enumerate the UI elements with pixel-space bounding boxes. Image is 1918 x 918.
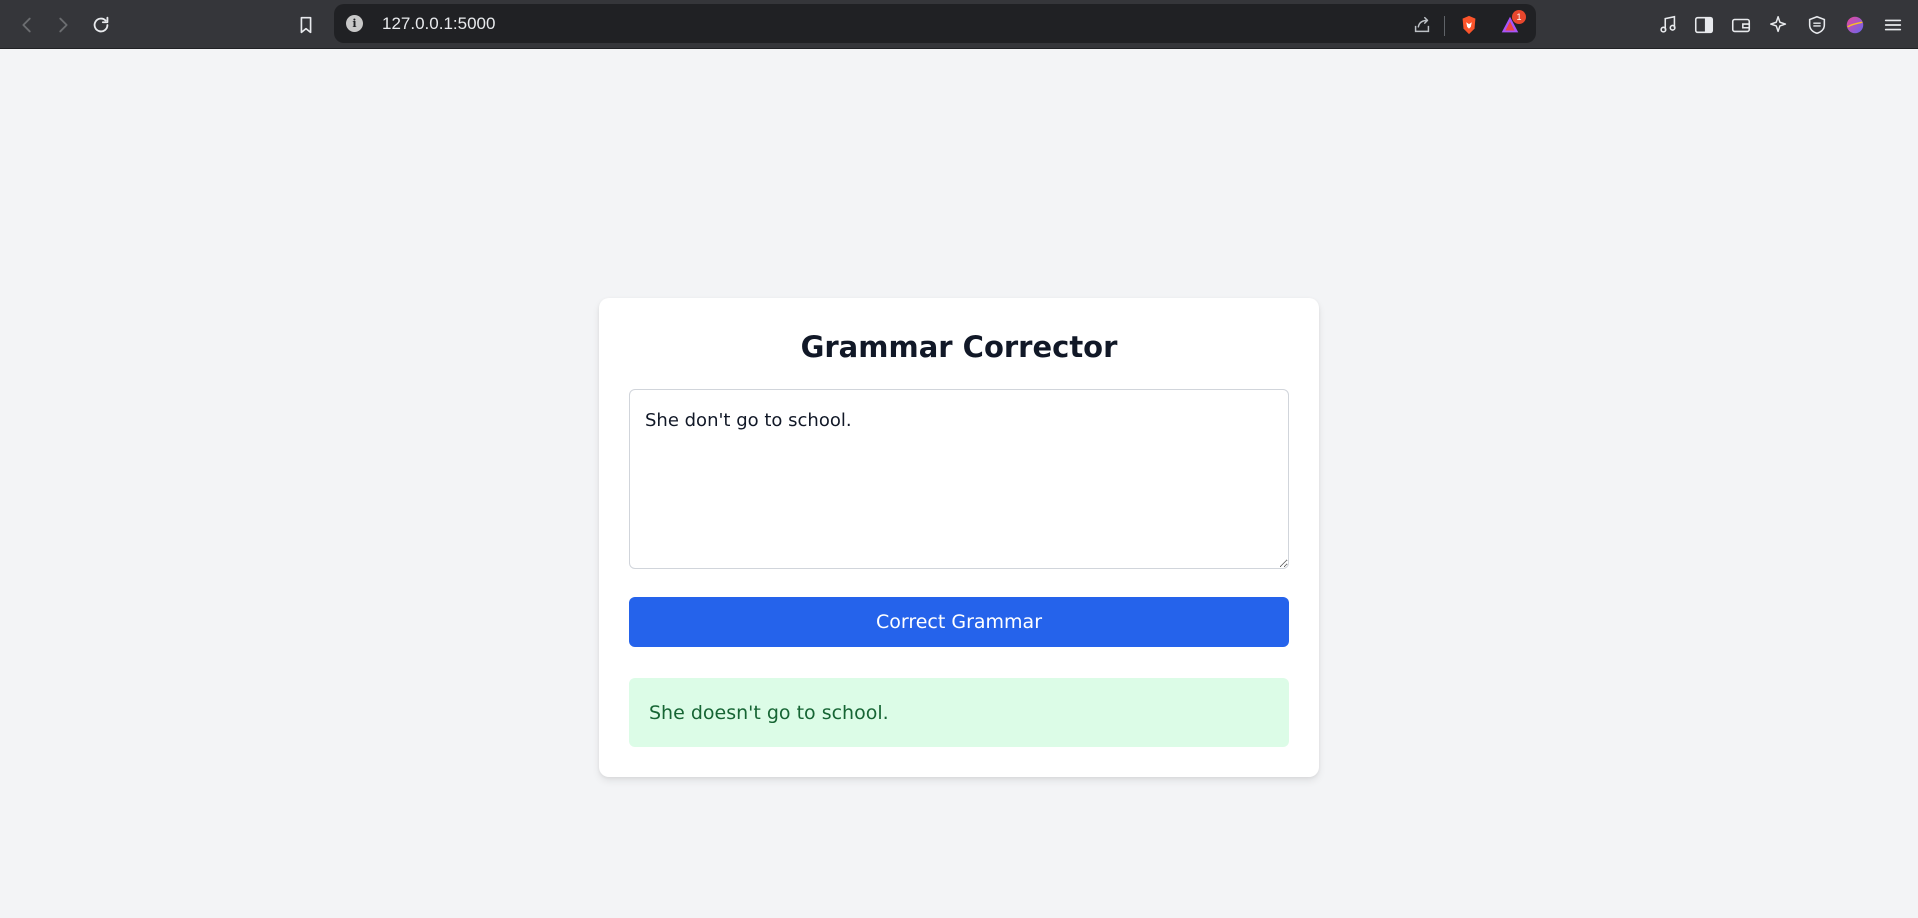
correct-grammar-button[interactable]: Correct Grammar [629, 597, 1289, 647]
page-title: Grammar Corrector [800, 330, 1118, 364]
result-box: She doesn't go to school. [629, 678, 1289, 747]
profile-icon[interactable] [1840, 10, 1870, 40]
brave-rewards-icon[interactable]: 1 [1497, 10, 1526, 38]
media-icon[interactable] [1653, 10, 1683, 40]
grammar-card: Grammar Corrector She don't go to school… [599, 298, 1319, 777]
url-separator [1444, 16, 1445, 36]
forward-icon[interactable] [48, 10, 78, 40]
result-text: She doesn't go to school. [649, 701, 889, 724]
bookmark-icon[interactable] [291, 10, 321, 40]
reload-icon[interactable] [86, 10, 116, 40]
text-input[interactable]: She don't go to school. [629, 389, 1289, 569]
wallet-icon[interactable] [1726, 10, 1756, 40]
vpn-icon[interactable] [1802, 10, 1832, 40]
leo-ai-icon[interactable] [1764, 10, 1794, 40]
site-info-icon[interactable]: i [346, 15, 363, 32]
sidebar-icon[interactable] [1689, 10, 1719, 40]
browser-toolbar: i 127.0.0.1:5000 1 [0, 0, 1918, 49]
back-icon[interactable] [12, 10, 42, 40]
notification-badge: 1 [1512, 10, 1526, 24]
menu-icon[interactable] [1878, 10, 1908, 40]
brave-shields-icon[interactable] [1456, 12, 1482, 38]
url-text[interactable]: 127.0.0.1:5000 [382, 14, 495, 34]
address-bar[interactable]: i 127.0.0.1:5000 1 [334, 4, 1536, 43]
share-icon[interactable] [1409, 12, 1435, 38]
